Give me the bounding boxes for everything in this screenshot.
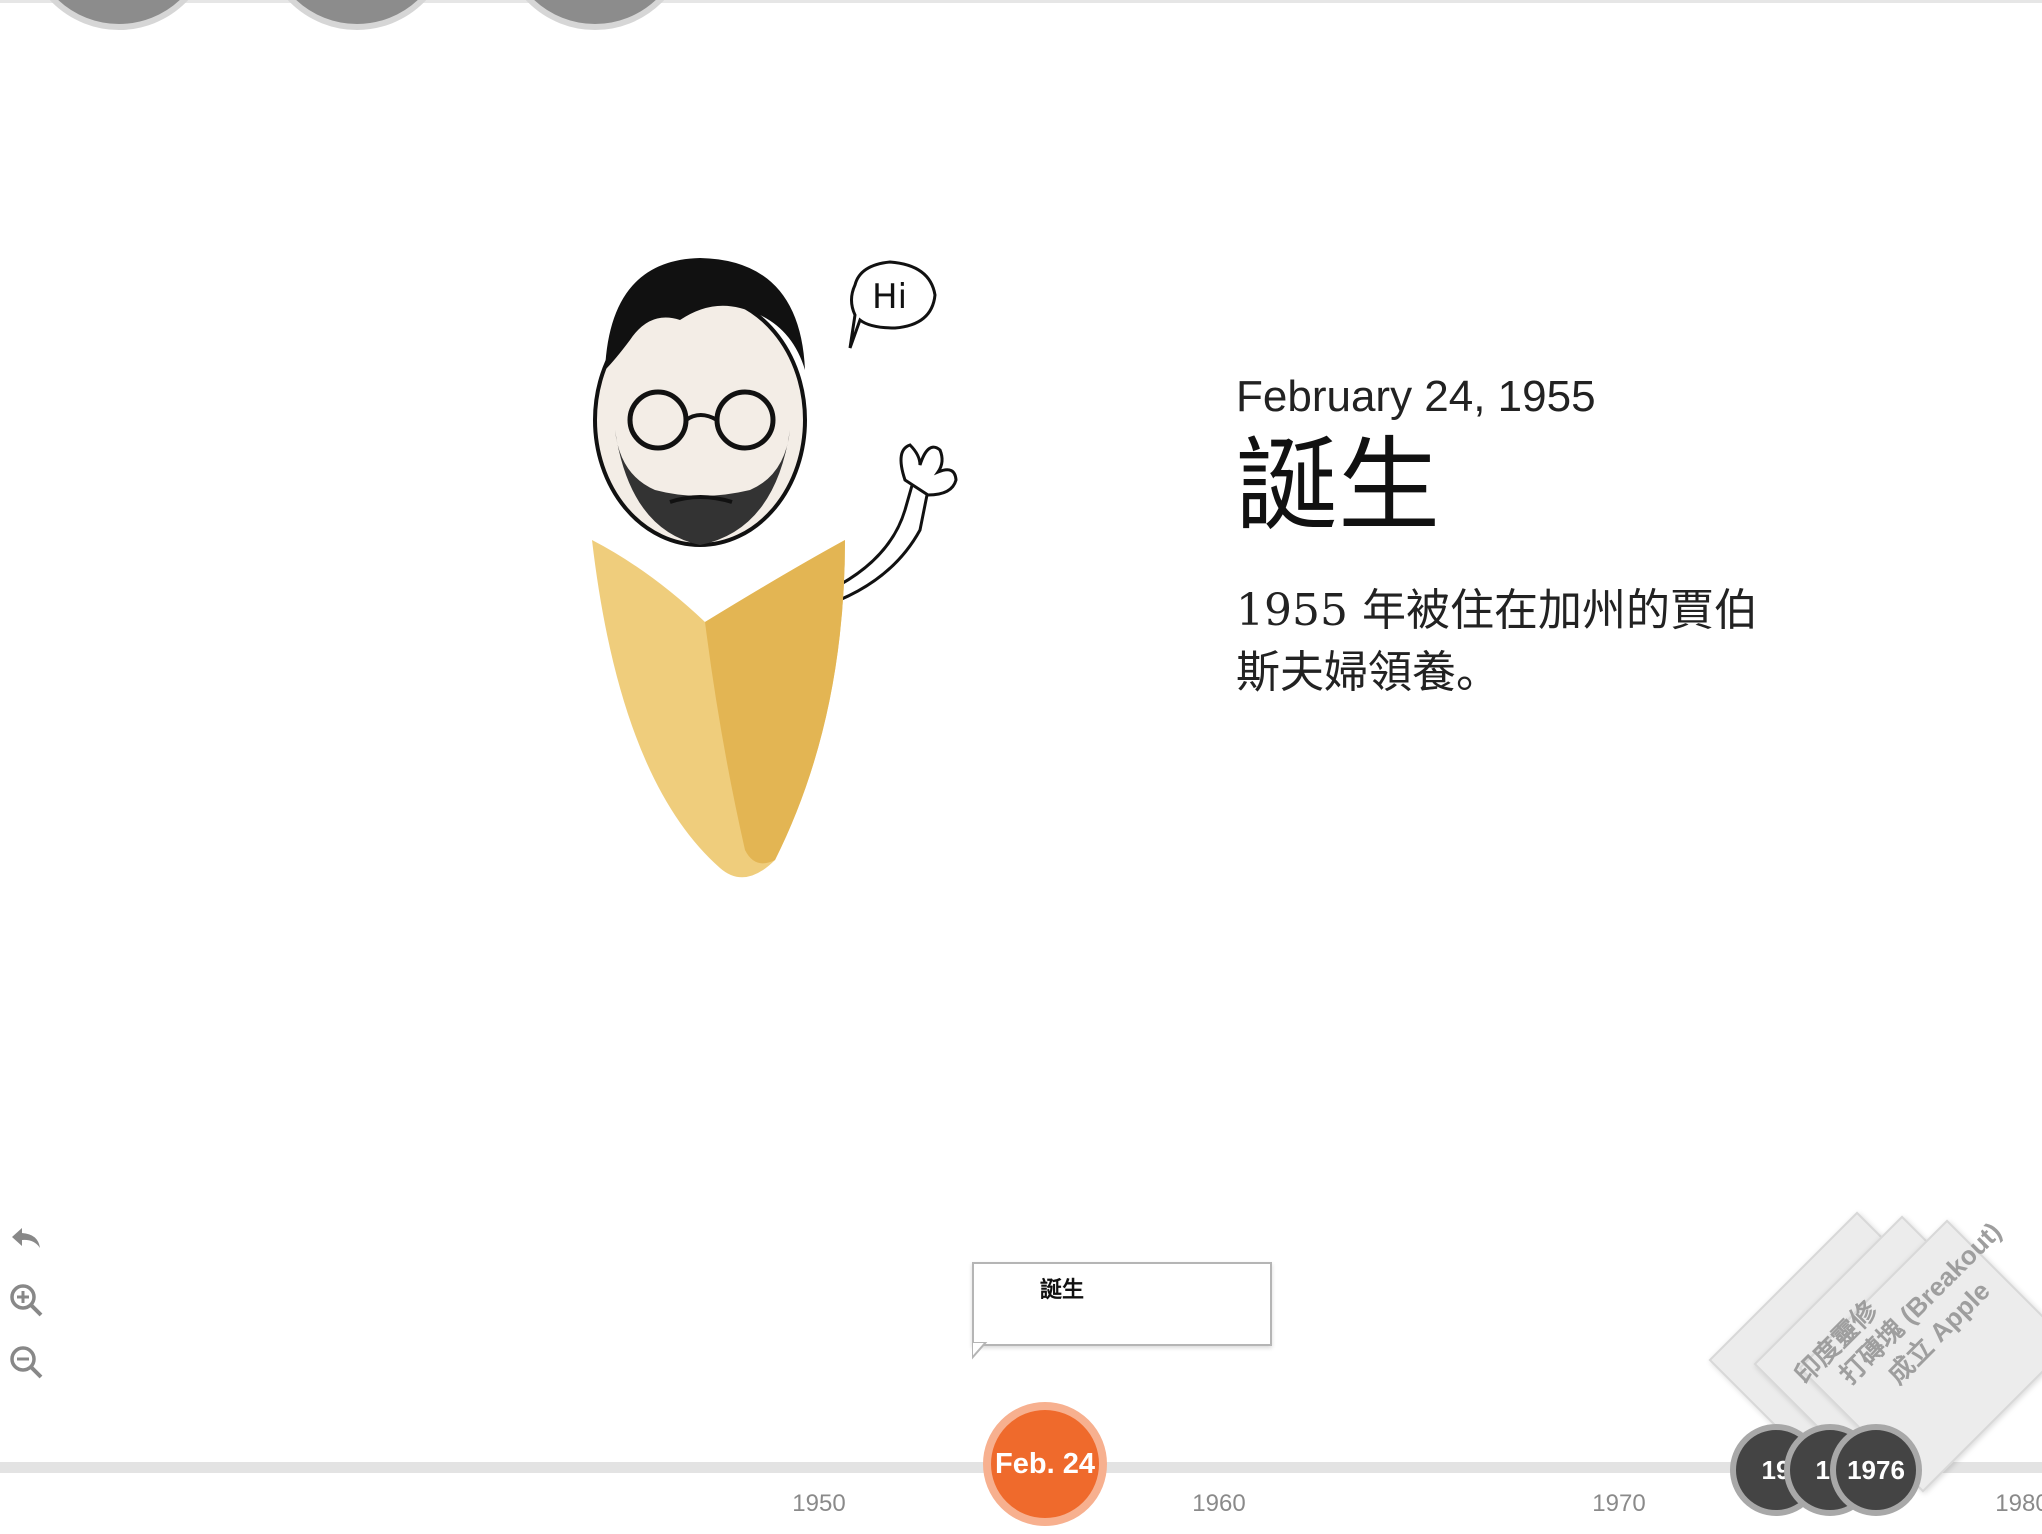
tick-label: 1950 (792, 1490, 846, 1517)
timeline-controls (8, 1220, 48, 1406)
zoom-out-icon[interactable] (8, 1344, 44, 1380)
tick-label: 1970 (1592, 1490, 1646, 1517)
nav-marker[interactable] (24, 0, 214, 30)
timeline-flag[interactable]: 誕生 (972, 1262, 1272, 1346)
nav-marker[interactable] (500, 0, 690, 30)
zoom-in-icon[interactable] (8, 1282, 44, 1318)
nav-marker[interactable] (262, 0, 452, 30)
flag-label: 誕生 (1040, 1277, 1085, 1302)
speech-bubble-text: Hi (872, 277, 907, 317)
timeline-marker[interactable]: 1976 (1830, 1424, 1922, 1516)
steve-jobs-illustration: Hi (592, 258, 958, 878)
active-timeline-marker[interactable]: Feb. 24 (983, 1402, 1107, 1526)
event-date: February 24, 1955 (1236, 372, 1596, 421)
tick-label: 1960 (1192, 1490, 1246, 1517)
event-description: 1955 年被住在加州的賈伯斯夫婦領養。 (1236, 585, 1758, 698)
flag-tail (972, 1342, 988, 1360)
event-title: 誕生 (1236, 427, 1440, 546)
back-icon[interactable] (8, 1220, 44, 1256)
tick-label: 1980 (1995, 1490, 2042, 1517)
